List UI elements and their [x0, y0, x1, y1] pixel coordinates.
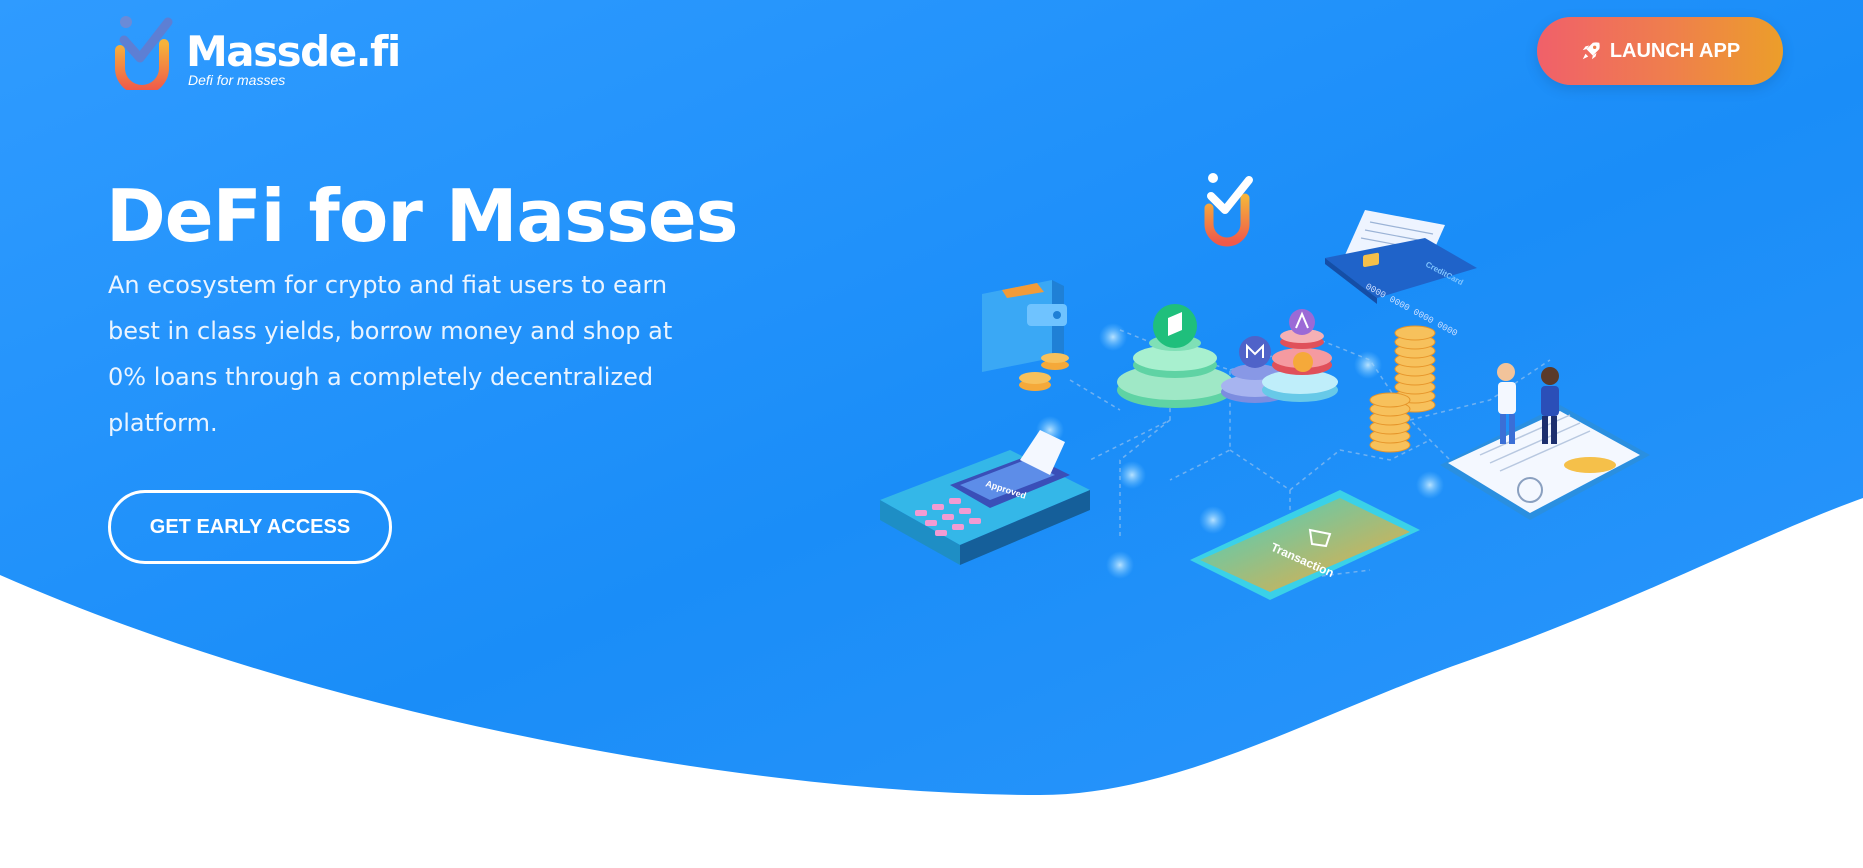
credit-card-icon: 0000 0000 0000 0000 CreditCard	[1325, 210, 1477, 339]
aave-platform-icon	[1262, 309, 1338, 402]
phone-transaction-icon: Transaction	[1190, 490, 1420, 600]
pos-terminal-icon: Approved	[880, 430, 1090, 565]
rocket-icon	[1582, 42, 1600, 60]
get-early-access-button[interactable]: GET EARLY ACCESS	[108, 490, 392, 564]
brand-logo[interactable]: Massde.fi Defi for masses	[114, 14, 401, 90]
logo-name: Massde.fi	[186, 27, 401, 76]
launch-app-label: LAUNCH APP	[1609, 39, 1741, 62]
launch-app-button[interactable]: LAUNCH APP	[1537, 17, 1783, 85]
hero-description: An ecosystem for crypto and fiat users t…	[108, 271, 673, 437]
compound-platform-icon	[1117, 304, 1233, 408]
illustration-logo-icon	[1204, 173, 1253, 247]
logo-mark-icon	[115, 16, 173, 90]
hero-illustration: 0000 0000 0000 0000 CreditCard Approved …	[880, 173, 1650, 600]
hero-title: DeFi for Masses	[106, 174, 739, 258]
coin-stack-icon	[1369, 325, 1436, 453]
